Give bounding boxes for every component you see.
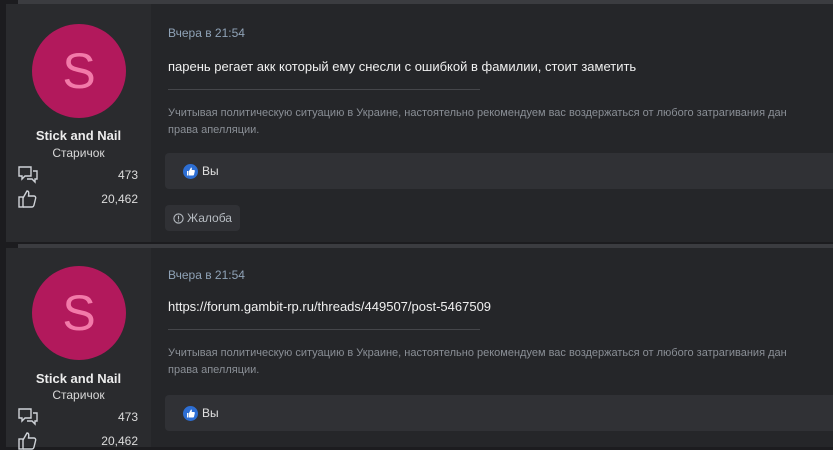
thumbs-up-icon bbox=[18, 190, 37, 208]
report-label: Жалоба bbox=[187, 211, 232, 225]
post: S Stick and Nail Старичок 473 20,462 Вче… bbox=[0, 0, 833, 242]
post-date[interactable]: Вчера в 21:54 bbox=[168, 268, 245, 282]
reactions-bar[interactable]: Вы bbox=[165, 395, 833, 431]
signature-divider bbox=[168, 89, 480, 90]
thumbs-up-icon bbox=[18, 432, 37, 450]
reactions-count: 20,462 bbox=[101, 192, 138, 206]
signature: Учитывая политическую ситуацию в Украине… bbox=[168, 105, 833, 139]
speech-bubbles-icon bbox=[18, 166, 38, 184]
reaction-users[interactable]: Вы bbox=[202, 164, 219, 178]
post: S Stick and Nail Старичок 473 20,462 Вче… bbox=[0, 244, 833, 450]
avatar[interactable]: S bbox=[32, 24, 126, 118]
reactions-stat: 20,462 bbox=[18, 432, 138, 450]
info-circle-icon bbox=[173, 212, 184, 224]
signature-line: Учитывая политическую ситуацию в Украине… bbox=[168, 347, 787, 359]
post-content: Вчера в 21:54 https://forum.gambit-rp.ru… bbox=[151, 248, 833, 447]
post-link[interactable]: https://forum.gambit-rp.ru/threads/44950… bbox=[168, 299, 491, 314]
user-title: Старичок bbox=[52, 388, 105, 402]
username[interactable]: Stick and Nail bbox=[6, 371, 151, 386]
user-title: Старичок bbox=[52, 146, 105, 160]
post-content: Вчера в 21:54 парень регает акк который … bbox=[151, 4, 833, 242]
reactions-count: 20,462 bbox=[101, 434, 138, 448]
post-date[interactable]: Вчера в 21:54 bbox=[168, 26, 245, 40]
messages-stat: 473 bbox=[18, 166, 138, 184]
like-icon bbox=[183, 406, 198, 421]
reaction-users[interactable]: Вы bbox=[202, 406, 219, 420]
avatar[interactable]: S bbox=[32, 266, 126, 360]
messages-count: 473 bbox=[117, 168, 138, 182]
like-icon bbox=[183, 164, 198, 179]
reactions-stat: 20,462 bbox=[18, 190, 138, 208]
user-info: S Stick and Nail Старичок 473 20,462 bbox=[6, 4, 151, 242]
signature-divider bbox=[168, 329, 480, 330]
reactions-bar[interactable]: Вы bbox=[165, 153, 833, 189]
signature-line: права апелляции. bbox=[168, 124, 260, 136]
signature-line: права апелляции. bbox=[168, 364, 260, 376]
speech-bubbles-icon bbox=[18, 408, 38, 426]
report-button[interactable]: Жалоба bbox=[165, 205, 240, 231]
user-info: S Stick and Nail Старичок 473 20,462 bbox=[6, 248, 151, 450]
post-message: парень регает акк который ему снесли с о… bbox=[168, 59, 637, 74]
messages-count: 473 bbox=[117, 410, 138, 424]
messages-stat: 473 bbox=[18, 408, 138, 426]
signature-line: Учитывая политическую ситуацию в Украине… bbox=[168, 107, 787, 119]
signature: Учитывая политическую ситуацию в Украине… bbox=[168, 345, 833, 379]
username[interactable]: Stick and Nail bbox=[6, 128, 151, 143]
